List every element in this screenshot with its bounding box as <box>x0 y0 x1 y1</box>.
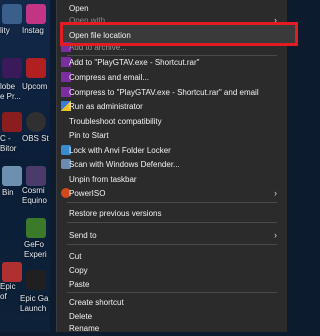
menu-item-scan-defender[interactable]: Scan with Windows Defender... <box>57 156 285 172</box>
menu-label: PowerISO <box>69 188 106 198</box>
menu-label: Lock with Anvi Folder Locker <box>69 145 171 155</box>
menu-item-send-to[interactable]: Send to › <box>57 227 285 243</box>
menu-item-restore-versions[interactable]: Restore previous versions <box>57 205 285 221</box>
desktop-label-bin: Bin <box>2 188 14 197</box>
menu-label: Cut <box>69 251 82 261</box>
menu-label: Send to <box>69 230 97 240</box>
menu-label: Run as administrator <box>69 101 143 111</box>
upcoming-icon[interactable] <box>26 58 46 78</box>
menu-label: Compress to "PlayGTAV.exe - Shortcut.rar… <box>69 87 259 97</box>
desktop-label-adobe: lobe e Pr... <box>0 82 21 101</box>
desktop-label-epic-small: Epic of <box>0 282 16 301</box>
menu-label: Rename <box>69 323 100 333</box>
menu-item-compress-email[interactable]: Compress and email... <box>57 69 285 85</box>
cosmic-icon[interactable] <box>26 166 46 186</box>
menu-label: Troubleshoot compatibility <box>69 116 162 126</box>
menu-label: Scan with Windows Defender... <box>69 159 180 169</box>
desktop-icon-1[interactable] <box>2 4 22 24</box>
desktop-label-1: lity <box>0 26 10 35</box>
bitor-icon[interactable] <box>2 112 22 132</box>
desktop-label-instagram: Instag <box>22 26 44 35</box>
obs-icon[interactable] <box>26 112 46 132</box>
menu-label: Paste <box>69 279 90 289</box>
desktop-background: lity Instag lobe e Pr... Upcom C - Bitor… <box>0 0 50 332</box>
menu-label: Restore previous versions <box>69 208 162 218</box>
menu-separator <box>67 202 277 203</box>
instagram-icon[interactable] <box>26 4 46 24</box>
menu-separator <box>67 222 277 223</box>
geforce-icon[interactable] <box>26 218 46 238</box>
menu-item-run-as-admin[interactable]: Run as administrator <box>57 98 285 114</box>
desktop-label-geforce: GeFo Experi <box>24 240 47 259</box>
desktop-label-cosmic: Cosmi Equino <box>22 186 47 205</box>
epic-games-icon[interactable] <box>26 270 46 290</box>
menu-item-rename[interactable]: Rename <box>57 320 285 336</box>
context-menu: Open Open with... › Open file location Ad… <box>56 0 298 333</box>
desktop-label-bitor: C - Bitor <box>0 134 17 153</box>
menu-label: Pin to Start <box>69 130 109 140</box>
chevron-right-icon: › <box>274 230 277 240</box>
menu-item-add-to-rar[interactable]: Add to "PlayGTAV.exe - Shortcut.rar" <box>57 54 285 70</box>
menu-item-poweriso[interactable]: PowerISO › <box>57 185 285 201</box>
annotation-highlight-box <box>60 22 298 46</box>
menu-item-pin-to-start[interactable]: Pin to Start <box>57 127 285 143</box>
menu-label: Copy <box>69 265 88 275</box>
adobe-icon[interactable] <box>2 58 22 78</box>
menu-separator <box>67 244 277 245</box>
game-icon[interactable] <box>2 262 22 282</box>
menu-item-paste[interactable]: Paste <box>57 276 285 292</box>
chevron-right-icon: › <box>274 188 277 198</box>
desktop-label-upcoming: Upcom <box>22 82 48 91</box>
menu-label: Create shortcut <box>69 297 124 307</box>
menu-label: Add to "PlayGTAV.exe - Shortcut.rar" <box>69 57 200 67</box>
menu-label: Compress and email... <box>69 72 150 82</box>
desktop-label-epic-games: Epic Ga Launch <box>20 294 49 313</box>
recycle-bin-icon[interactable] <box>2 166 22 186</box>
desktop-label-obs: OBS St <box>22 134 49 143</box>
menu-separator <box>67 292 277 293</box>
menu-label: Unpin from taskbar <box>69 174 137 184</box>
